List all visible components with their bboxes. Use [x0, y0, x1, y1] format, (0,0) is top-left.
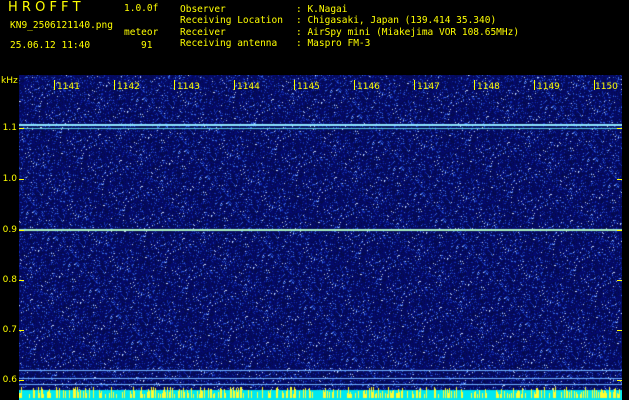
x-tick-label: 1141: [57, 82, 80, 92]
waterfall-plot: [19, 75, 622, 400]
y-axis-unit: kHz: [1, 76, 18, 86]
y-tick-mark: [617, 280, 622, 281]
x-tick-mark: [354, 80, 355, 90]
y-tick-label: 1.0: [2, 174, 17, 184]
filename-label: KN9_2506121140.png: [10, 20, 113, 31]
x-tick-label: 1150: [595, 82, 618, 92]
x-tick-mark: [234, 80, 235, 90]
y-tick-label: 0.6: [2, 375, 17, 385]
x-tick-label: 1144: [237, 82, 260, 92]
y-tick-mark: [19, 128, 24, 129]
app-logo: H R O F F T: [8, 0, 81, 15]
version-label: 1.0.0f: [124, 3, 159, 14]
x-tick-mark: [414, 80, 415, 90]
timestamp-label: 25.06.12 11:40: [10, 40, 91, 51]
x-tick-mark: [474, 80, 475, 90]
y-tick-label: 0.8: [2, 275, 17, 285]
location-value: : Chigasaki, Japan (139.414 35.340): [296, 15, 497, 26]
y-tick-mark: [19, 380, 24, 381]
y-tick-mark: [19, 280, 24, 281]
y-tick-mark: [617, 330, 622, 331]
y-tick-label: 0.9: [2, 225, 17, 235]
y-tick-mark: [617, 230, 622, 231]
y-tick-label: 1.1: [2, 123, 17, 133]
y-tick-mark: [617, 179, 622, 180]
location-label: Receiving Location: [180, 15, 283, 26]
x-tick-mark: [114, 80, 115, 90]
y-tick-mark: [19, 230, 24, 231]
y-tick-mark: [19, 179, 24, 180]
x-tick-mark: [534, 80, 535, 90]
x-tick-mark: [54, 80, 55, 90]
x-tick-label: 1143: [177, 82, 200, 92]
meteor-label: meteor: [124, 27, 159, 38]
antenna-value: : Maspro FM-3: [296, 38, 371, 49]
x-tick-mark: [594, 80, 595, 90]
x-tick-label: 1148: [477, 82, 500, 92]
antenna-label: Receiving antenna: [180, 38, 278, 49]
x-tick-label: 1146: [357, 82, 380, 92]
x-tick-mark: [174, 80, 175, 90]
x-tick-label: 1149: [537, 82, 560, 92]
y-tick-mark: [617, 380, 622, 381]
x-tick-label: 1147: [417, 82, 440, 92]
x-tick-label: 1145: [297, 82, 320, 92]
y-tick-mark: [617, 128, 622, 129]
y-tick-mark: [19, 330, 24, 331]
x-tick-label: 1142: [117, 82, 140, 92]
y-tick-label: 0.7: [2, 325, 17, 335]
meteor-count: 91: [141, 40, 153, 51]
x-tick-mark: [294, 80, 295, 90]
spectrogram-canvas: [19, 75, 622, 400]
